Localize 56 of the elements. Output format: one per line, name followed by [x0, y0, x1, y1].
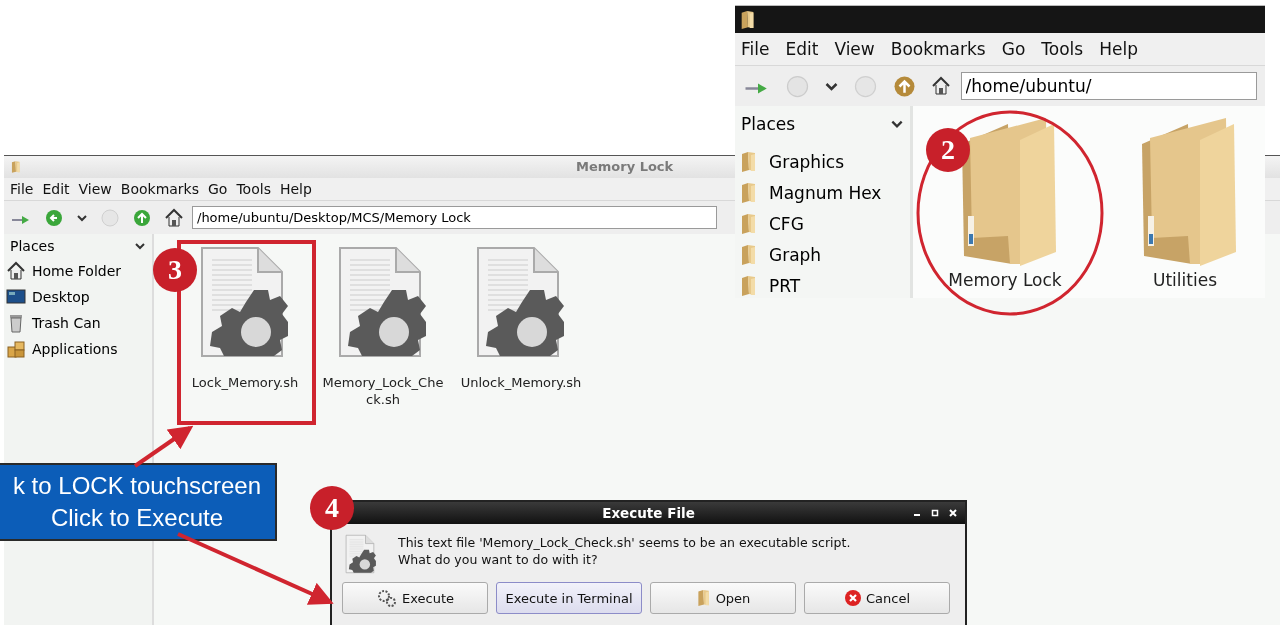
- cancel-button[interactable]: Cancel: [804, 582, 950, 614]
- close-icon[interactable]: [949, 509, 957, 517]
- script-file-icon: [344, 534, 378, 574]
- back-icon[interactable]: [44, 207, 64, 228]
- folder-name[interactable]: Utilities: [1153, 270, 1217, 290]
- dialog-title: Execute File: [602, 505, 695, 521]
- sidebar-item[interactable]: Graph: [769, 244, 822, 265]
- terminal-button[interactable]: Execute in Terminal: [496, 582, 642, 614]
- home-icon: [164, 207, 184, 228]
- maximize-icon[interactable]: [931, 509, 939, 517]
- menu-item[interactable]: Help: [279, 181, 312, 197]
- menu-item[interactable]: File: [741, 39, 770, 59]
- places-header: Places: [741, 114, 796, 134]
- sidebar-item[interactable]: Desktop: [32, 289, 90, 305]
- execute-button[interactable]: Execute: [342, 582, 488, 614]
- sidebar-item[interactable]: Home Folder: [32, 263, 122, 279]
- address-field[interactable]: /home/ubuntu/Desktop/MCS/Memory Lock: [192, 206, 717, 229]
- menu-item[interactable]: Go: [208, 181, 228, 197]
- sidebar-item[interactable]: CFG: [769, 213, 804, 234]
- sidebar-item[interactable]: Magnum Hex: [769, 182, 882, 203]
- file-name[interactable]: Lock_Memory.sh: [181, 374, 309, 391]
- open-button[interactable]: Open: [650, 582, 796, 614]
- menu-item[interactable]: Edit: [785, 39, 819, 59]
- menu-item[interactable]: Go: [1001, 39, 1026, 59]
- menu-item[interactable]: View: [834, 39, 875, 59]
- caret-icon[interactable]: [134, 240, 146, 252]
- menu-item[interactable]: Tools: [1041, 39, 1084, 59]
- menu-item[interactable]: Bookmarks: [120, 181, 199, 197]
- message-text: This text file 'Memory_Lock_Check.sh' seems to be an executable script.: [398, 534, 851, 551]
- file-name[interactable]: Memory_Lock_Che ck.sh: [319, 374, 447, 408]
- folder-name[interactable]: Memory Lock: [948, 270, 1062, 290]
- gears-icon: [376, 588, 398, 608]
- menu-item[interactable]: Edit: [42, 181, 70, 197]
- pointer-arrow: [133, 425, 194, 468]
- home-icon: [930, 76, 951, 96]
- file-name[interactable]: Unlock_Memory.sh: [457, 374, 585, 391]
- menu-item[interactable]: Bookmarks: [890, 39, 986, 59]
- sidebar-item[interactable]: Applications: [32, 341, 118, 357]
- message-text: What do you want to do with it?: [398, 551, 599, 568]
- sidebar-item[interactable]: Trash Can: [32, 315, 101, 331]
- menu-item[interactable]: Tools: [236, 181, 271, 197]
- boxes-icon: [6, 339, 26, 359]
- folder-icon: [10, 160, 22, 174]
- cancel-icon: [843, 589, 862, 607]
- places-header: Places: [10, 238, 55, 254]
- folder-icon: [695, 588, 712, 608]
- monitor-icon: [6, 287, 26, 307]
- callout-text: k to LOCK touchscreen: [12, 471, 262, 501]
- menu-item[interactable]: Help: [1099, 39, 1138, 59]
- callout-text: Click to Execute: [50, 503, 224, 533]
- menu-item[interactable]: View: [78, 181, 112, 197]
- window-title: Memory Lock: [576, 159, 674, 174]
- sidebar-item[interactable]: PRT: [769, 275, 801, 296]
- menu-item[interactable]: File: [10, 181, 34, 197]
- address-field[interactable]: /home/ubuntu/: [960, 72, 1257, 100]
- sidebar-item[interactable]: Graphics: [769, 151, 845, 172]
